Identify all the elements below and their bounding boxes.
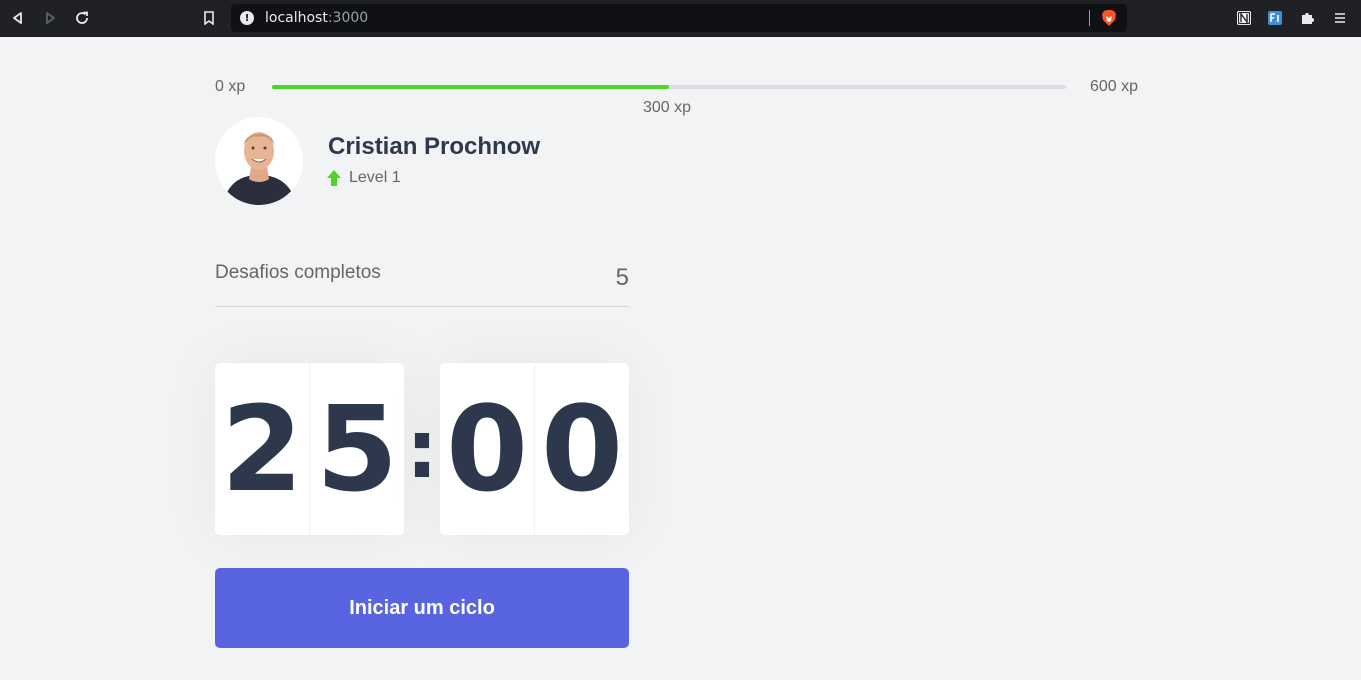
level-up-arrow-icon [327, 170, 341, 186]
profile-name: Cristian Prochnow [328, 133, 541, 160]
completed-challenges-count: 5 [615, 264, 629, 291]
minutes-tens-digit: 2 [220, 380, 304, 518]
countdown-minutes: 2 5 [215, 363, 404, 535]
extensions-puzzle-icon[interactable] [1298, 9, 1316, 27]
browser-toolbar: ! localhost:3000 [0, 0, 1361, 37]
completed-challenges-label: Desafios completos [215, 262, 381, 283]
address-host: localhost [265, 10, 328, 26]
site-info-icon[interactable]: ! [240, 11, 254, 25]
completed-challenges: Desafios completos 5 [215, 262, 629, 307]
xp-current-label: 300 xp [643, 99, 692, 116]
address-bar[interactable]: ! localhost:3000 [231, 4, 1127, 32]
seconds-tens-digit: 0 [445, 380, 529, 518]
notion-extension-icon[interactable] [1235, 9, 1253, 27]
address-divider [1089, 10, 1090, 26]
brave-shields-icon[interactable] [1101, 9, 1117, 32]
profile-level: Level 1 [326, 169, 401, 187]
avatar [215, 117, 303, 205]
reload-icon[interactable] [73, 9, 91, 27]
xp-max-label: 600 xp [1090, 78, 1139, 95]
xp-min-label: 0 xp [215, 78, 246, 95]
menu-icon[interactable] [1331, 9, 1349, 27]
xp-progress-bar [272, 85, 1066, 89]
fi-extension-icon[interactable] [1266, 9, 1284, 27]
start-cycle-button[interactable]: Iniciar um ciclo [215, 568, 629, 648]
seconds-ones-digit: 0 [534, 363, 629, 535]
bookmark-icon[interactable] [200, 9, 218, 27]
address-port: :3000 [327, 10, 369, 26]
address-text: localhost:3000 [265, 10, 368, 26]
back-icon[interactable] [9, 9, 27, 27]
countdown-separator: : [406, 402, 438, 496]
xp-progress-fill [272, 85, 669, 89]
minutes-ones-digit: 5 [309, 363, 404, 535]
countdown-seconds: 0 0 [440, 363, 629, 535]
forward-icon[interactable] [41, 9, 59, 27]
level-label: Level 1 [349, 169, 401, 186]
